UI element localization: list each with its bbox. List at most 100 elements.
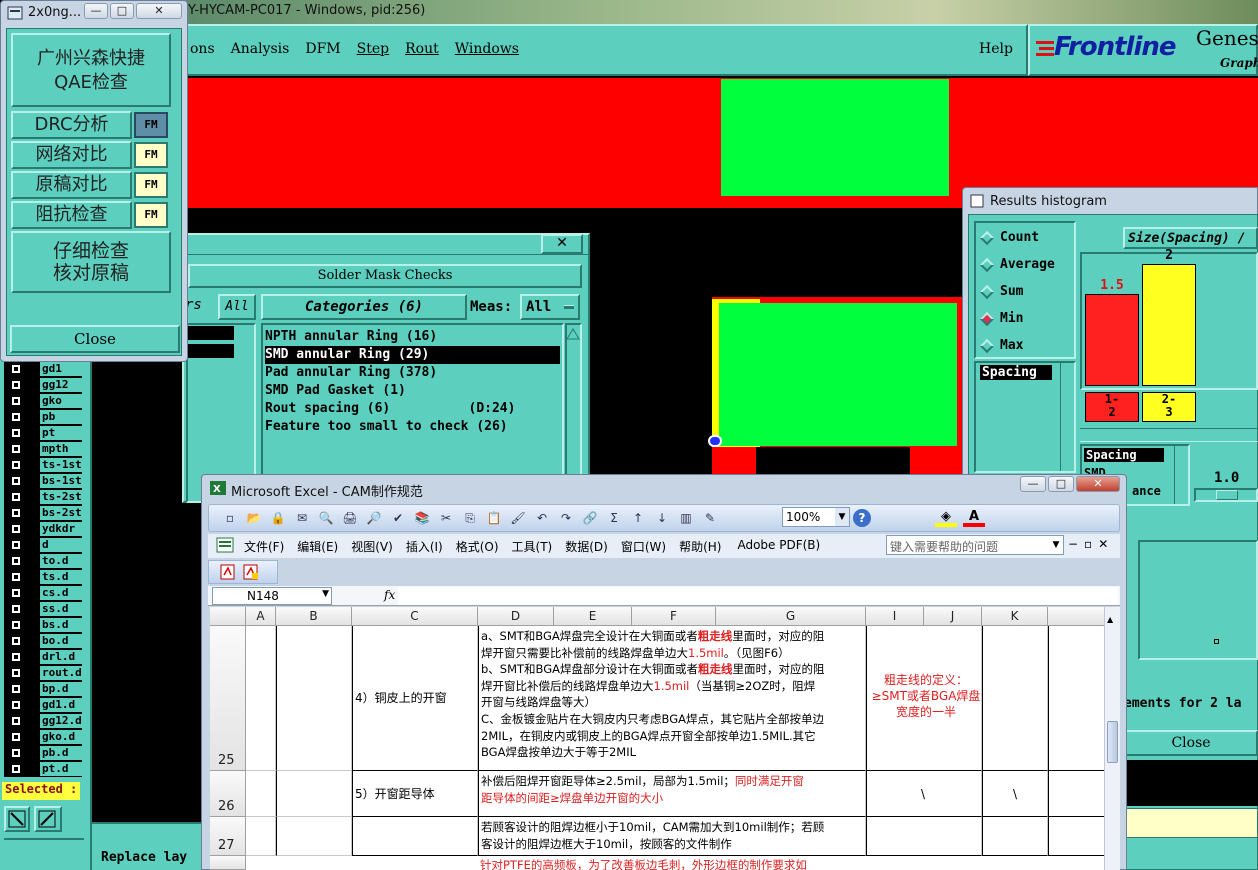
layer-checkbox[interactable]: [10, 699, 22, 711]
fm-button-3[interactable]: FM: [134, 202, 168, 228]
qae-maximize-button[interactable]: □: [110, 3, 134, 19]
histogram-option-count[interactable]: Count: [979, 229, 1072, 249]
cell-k[interactable]: [982, 626, 1048, 771]
solder-mask-close-button[interactable]: ✕: [541, 234, 583, 254]
drawing-icon[interactable]: ✎: [700, 509, 720, 527]
layer-row[interactable]: bs.d: [4, 617, 82, 633]
fm-button-1[interactable]: FM: [134, 142, 168, 168]
histogram-option-max[interactable]: Max: [979, 337, 1072, 357]
cell-i-j[interactable]: 粗走线的定义：≥SMT或者BGA焊盘宽度的一半: [866, 626, 982, 771]
sort-asc-icon[interactable]: ↑: [628, 509, 648, 527]
print-preview-icon[interactable]: 🔎: [364, 509, 384, 527]
sheet-vertical-scrollbar[interactable]: ▲: [1104, 607, 1120, 870]
qae-minimize-button[interactable]: —: [84, 3, 108, 19]
cell-k[interactable]: [982, 817, 1048, 856]
cell-a[interactable]: [246, 771, 276, 817]
open-icon[interactable]: 📂: [244, 509, 264, 527]
layer-row[interactable]: ts-1st: [4, 457, 82, 473]
radio-diamond-icon[interactable]: [979, 257, 995, 273]
scroll-thumb[interactable]: [1107, 721, 1118, 763]
cell-b[interactable]: [276, 626, 352, 771]
research-icon[interactable]: 📚: [412, 509, 432, 527]
histogram-slider[interactable]: [1194, 488, 1258, 502]
layer-row[interactable]: ts.d: [4, 569, 82, 585]
detail-check-button[interactable]: 仔细检查 核对原稿: [11, 231, 171, 293]
column-header-g[interactable]: G: [716, 607, 866, 626]
categories-button[interactable]: Categories (6): [261, 294, 467, 320]
format-painter-icon[interactable]: 🖌: [508, 509, 528, 527]
qae-row-button-3[interactable]: 阻抗检查: [11, 201, 132, 229]
cut-icon[interactable]: ✂: [436, 509, 456, 527]
cell-c[interactable]: [352, 817, 478, 856]
layer-checkbox[interactable]: [10, 667, 22, 679]
histogram-bar-1[interactable]: [1142, 264, 1196, 386]
copy-icon[interactable]: ⎘: [460, 509, 480, 527]
layer-row[interactable]: gd1: [4, 361, 82, 377]
layer-checkbox[interactable]: [10, 475, 22, 487]
layer-tool-button-2[interactable]: [34, 806, 62, 832]
menu-options[interactable]: ons: [190, 41, 215, 57]
excel-menu-item[interactable]: 工具(T): [512, 538, 553, 555]
meas-dropdown[interactable]: All: [520, 294, 580, 320]
cell-a[interactable]: [246, 817, 276, 856]
cell-c[interactable]: 5）开窗距导体: [352, 771, 478, 817]
histogram-bar-0[interactable]: [1085, 294, 1139, 386]
layer-checkbox[interactable]: [10, 715, 22, 727]
excel-menu-item[interactable]: Adobe PDF(B): [737, 538, 820, 555]
category-item[interactable]: Rout spacing (6) (D:24): [265, 400, 560, 418]
layer-row[interactable]: pt.d: [4, 761, 82, 777]
menu-windows[interactable]: Windows: [455, 41, 519, 57]
cell-i-j[interactable]: [866, 817, 982, 856]
radio-diamond-icon[interactable]: [979, 230, 995, 246]
menu-rout[interactable]: Rout: [405, 41, 439, 57]
cell-c[interactable]: 4）铜皮上的开窗: [352, 626, 478, 771]
layer-checkbox[interactable]: [10, 635, 22, 647]
redo-icon[interactable]: ↷: [556, 509, 576, 527]
zoom-box[interactable]: 100% ▼: [782, 507, 850, 527]
layer-row[interactable]: bp.d: [4, 681, 82, 697]
column-header-k[interactable]: K: [982, 607, 1048, 626]
help-dropdown-arrow-icon[interactable]: ▼: [1050, 537, 1062, 553]
radio-diamond-icon[interactable]: [979, 311, 995, 327]
layer-row[interactable]: ts-2st: [4, 489, 82, 505]
fm-button-2[interactable]: FM: [134, 172, 168, 198]
layer-checkbox[interactable]: [10, 603, 22, 615]
layer-checkbox[interactable]: [10, 491, 22, 503]
autosum-icon[interactable]: Σ: [604, 509, 624, 527]
layer-row[interactable]: ss.d: [4, 601, 82, 617]
layer-row[interactable]: mpth: [4, 441, 82, 457]
layer-row[interactable]: pb: [4, 409, 82, 425]
layer-checkbox[interactable]: [10, 619, 22, 631]
layer-row[interactable]: d: [4, 537, 82, 553]
qae-row-button-1[interactable]: 网络对比: [11, 141, 132, 169]
layer-row[interactable]: bs-2st: [4, 505, 82, 521]
layer-checkbox[interactable]: [10, 443, 22, 455]
help-question-box[interactable]: 键入需要帮助的问题 ▼: [886, 535, 1064, 555]
layer-row[interactable]: to.d: [4, 553, 82, 569]
histogram-close-button[interactable]: Close: [1124, 730, 1258, 756]
layer-checkbox[interactable]: [10, 651, 22, 663]
histogram-field-scrollbar[interactable]: [1060, 363, 1074, 471]
excel-menu-item[interactable]: 格式(O): [456, 538, 499, 555]
cell-d-merged[interactable]: 若顾客设计的阻焊边框小于10mil，CAM需加大到10mil制作；若顾 客设计的阻…: [478, 817, 866, 856]
menu-dfm[interactable]: DFM: [305, 41, 340, 57]
excel-menu-item[interactable]: 视图(V): [351, 538, 393, 555]
histogram-scroll[interactable]: [1080, 428, 1258, 442]
histogram-option-sum[interactable]: Sum: [979, 283, 1072, 303]
layer-checkbox[interactable]: [10, 763, 22, 775]
layer-row[interactable]: rout.d: [4, 665, 82, 681]
category-item[interactable]: SMD annular Ring (29): [265, 346, 560, 364]
column-header-j[interactable]: J: [924, 607, 982, 626]
search-doc-icon[interactable]: 🔍: [316, 509, 336, 527]
fm-button-0[interactable]: FM: [134, 112, 168, 138]
zoom-dropdown-arrow-icon[interactable]: ▼: [835, 508, 849, 526]
cell-d-merged[interactable]: a、SMT和BGA焊盘完全设计在大铜面或者粗走线里面时，对应的阻 焊开窗只需要比补…: [478, 626, 866, 771]
layer-row[interactable]: drl.d: [4, 649, 82, 665]
chart-icon[interactable]: ▥: [676, 509, 696, 527]
cell-k[interactable]: \: [982, 771, 1048, 817]
undo-icon[interactable]: ↶: [532, 509, 552, 527]
histogram-slider-thumb[interactable]: [1216, 490, 1238, 500]
excel-close-button[interactable]: ✕: [1076, 476, 1120, 492]
layer-checkbox[interactable]: [10, 587, 22, 599]
column-header-b[interactable]: B: [276, 607, 352, 626]
